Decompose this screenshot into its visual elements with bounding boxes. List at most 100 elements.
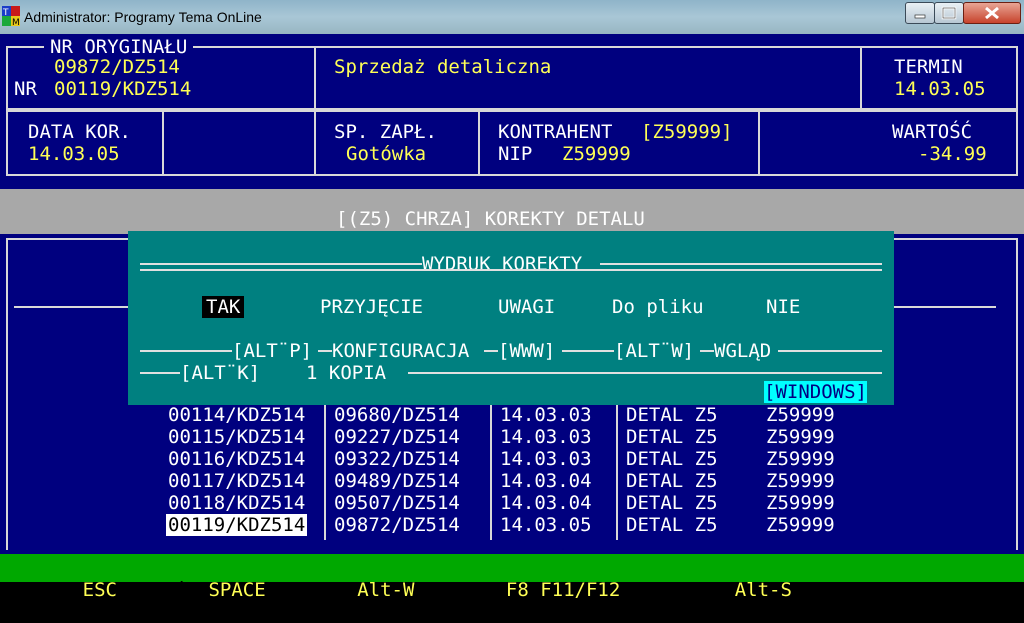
- kontrahent-value: [Z59999]: [641, 121, 733, 143]
- table-row[interactable]: 00118/KDZ514 09507/DZ514 14.03.04 DETAL …: [0, 492, 1024, 514]
- termin-label: TERMIN: [894, 56, 963, 78]
- row-kontr: Z59999: [766, 404, 835, 426]
- nip-value: Z59999: [562, 143, 631, 165]
- option-przyjecie[interactable]: PRZYJĘCIE: [320, 296, 423, 318]
- row-date: 14.03.03: [500, 448, 592, 470]
- shortcut-alt-k[interactable]: [ALT¨K]: [180, 362, 260, 384]
- close-button[interactable]: [963, 2, 1021, 24]
- table-row[interactable]: 00115/KDZ514 09227/DZ514 14.03.03 DETAL …: [0, 426, 1024, 448]
- row-oryg: 09489/DZ514: [334, 470, 460, 492]
- nr-label: NR: [14, 78, 37, 100]
- dialog-line: [700, 350, 714, 352]
- wartosc-value: -34.99: [918, 143, 987, 165]
- window-title: Administrator: Programy Tema OnLine: [24, 9, 262, 25]
- nip-label: NIP: [498, 143, 533, 165]
- dialog-double-line: [140, 269, 882, 271]
- dialog-line: [484, 350, 498, 352]
- konfiguracja-label: KONFIGURACJA: [332, 340, 470, 362]
- option-uwagi[interactable]: UWAGI: [498, 296, 555, 318]
- wartosc-label: WARTOŚĆ: [892, 121, 973, 143]
- row-nr: 00118/KDZ514: [168, 492, 306, 514]
- key-f8-desc: -Wyd,Fil.: [620, 579, 735, 601]
- key-f8-f11-f12[interactable]: F8 F11/F12: [506, 579, 620, 601]
- svg-text:T: T: [2, 8, 9, 18]
- dialog-line: [408, 372, 882, 374]
- row-nr: 00114/KDZ514: [168, 404, 306, 426]
- minimize-button[interactable]: [905, 2, 935, 24]
- row-type: DETAL Z5: [626, 426, 718, 448]
- dialog-line: [562, 350, 614, 352]
- row-oryg: 09507/DZ514: [334, 492, 460, 514]
- nr-oryginalu-value: 09872/DZ514: [54, 56, 180, 78]
- row-nr: 00115/KDZ514: [168, 426, 306, 448]
- row-date: 14.03.03: [500, 404, 592, 426]
- row-kontr: Z59999: [766, 514, 835, 536]
- dialog-line: [140, 372, 180, 374]
- key-alt-w-desc: -Wydruk: [414, 579, 506, 601]
- row-oryg: 09322/DZ514: [334, 448, 460, 470]
- list-title: [(Z5) CHRZA] KOREKTY DETALU: [336, 208, 645, 230]
- copies-count: 1 KOPIA: [306, 362, 387, 384]
- statusbar: ESC-Powrót SPACE-Szukaj Alt-W-Wydruk F8 …: [0, 554, 1024, 601]
- empty-box: [162, 110, 316, 176]
- nr-value: 00119/KDZ514: [54, 78, 192, 100]
- shortcut-alt-w[interactable]: [ALT¨W]: [614, 340, 694, 362]
- row-type: DETAL Z5: [626, 514, 718, 536]
- row-nr: 00117/KDZ514: [168, 470, 306, 492]
- nr-oryginalu-label: NR ORYGINAŁU: [44, 36, 194, 58]
- row-nr: 00119/KDZ514: [166, 514, 308, 536]
- sp-zapl-value: Gotówka: [346, 143, 427, 165]
- shortcut-alt-p[interactable]: [ALT¨P]: [232, 340, 312, 362]
- table-row[interactable]: 00114/KDZ514 09680/DZ514 14.03.03 DETAL …: [0, 404, 1024, 426]
- console-area: NR ORYGINAŁU 09872/DZ514 NR 00119/KDZ514…: [0, 34, 1024, 601]
- row-oryg: 09227/DZ514: [334, 426, 460, 448]
- key-esc-desc: -Powrót: [116, 579, 209, 601]
- close-icon: [985, 6, 999, 20]
- window-titlebar[interactable]: T M Administrator: Programy Tema OnLine: [0, 0, 1024, 34]
- wglad-label: WGLĄD: [714, 340, 772, 362]
- dialog-title-line-right: [600, 263, 882, 265]
- shortcut-www[interactable]: [WWW]: [498, 340, 555, 362]
- dialog-title-line-left: [140, 263, 422, 265]
- windows-print-button[interactable]: [WINDOWS]: [764, 381, 867, 403]
- sp-zapl-label: SP. ZAPŁ.: [334, 121, 437, 143]
- option-nie[interactable]: NIE: [766, 296, 800, 318]
- key-esc[interactable]: ESC: [83, 579, 117, 601]
- tema-app-icon: T M: [2, 6, 20, 26]
- row-oryg: 09680/DZ514: [334, 404, 460, 426]
- table-row[interactable]: 00117/KDZ514 09489/DZ514 14.03.04 DETAL …: [0, 470, 1024, 492]
- table-row-current[interactable]: 00119/KDZ514 09872/DZ514 14.03.05 DETAL …: [0, 514, 1024, 536]
- row-type: DETAL Z5: [626, 404, 718, 426]
- maximize-button[interactable]: [934, 2, 964, 24]
- data-kor-value: 14.03.05: [28, 143, 120, 165]
- row-kontr: Z59999: [766, 470, 835, 492]
- key-space[interactable]: SPACE: [208, 579, 265, 601]
- dialog-title: WYDRUK KOREKTY: [422, 253, 583, 275]
- row-kontr: Z59999: [766, 426, 835, 448]
- list-header-line-left: [14, 306, 130, 308]
- row-type: DETAL Z5: [626, 470, 718, 492]
- maximize-icon: [941, 6, 957, 20]
- row-type: DETAL Z5: [626, 448, 718, 470]
- key-space-desc: -Szukaj: [265, 579, 358, 601]
- document-type: Sprzedaż detaliczna: [334, 56, 552, 78]
- dialog-line: [140, 350, 232, 352]
- minimize-icon: [914, 14, 926, 19]
- row-date: 14.03.04: [500, 492, 592, 514]
- print-dialog: WYDRUK KOREKTY TAK PRZYJĘCIE UWAGI Do pl…: [128, 231, 894, 405]
- key-alt-w[interactable]: Alt-W: [357, 579, 414, 601]
- table-row[interactable]: 00116/KDZ514 09322/DZ514 14.03.03 DETAL …: [0, 448, 1024, 470]
- key-alt-s-desc: -Specyf.: [791, 579, 884, 601]
- option-do-pliku[interactable]: Do pliku: [612, 296, 704, 318]
- data-kor-label: DATA KOR.: [28, 121, 131, 143]
- option-tak[interactable]: TAK: [202, 296, 245, 318]
- kontrahent-label: KONTRAHENT: [498, 121, 613, 143]
- dialog-line: [318, 350, 332, 352]
- row-nr: 00116/KDZ514: [168, 448, 306, 470]
- dialog-line: [778, 350, 882, 352]
- row-date: 14.03.05: [500, 514, 592, 536]
- svg-text:M: M: [12, 18, 20, 26]
- row-date: 14.03.04: [500, 470, 592, 492]
- key-alt-s[interactable]: Alt-S: [735, 579, 792, 601]
- row-type: DETAL Z5: [626, 492, 718, 514]
